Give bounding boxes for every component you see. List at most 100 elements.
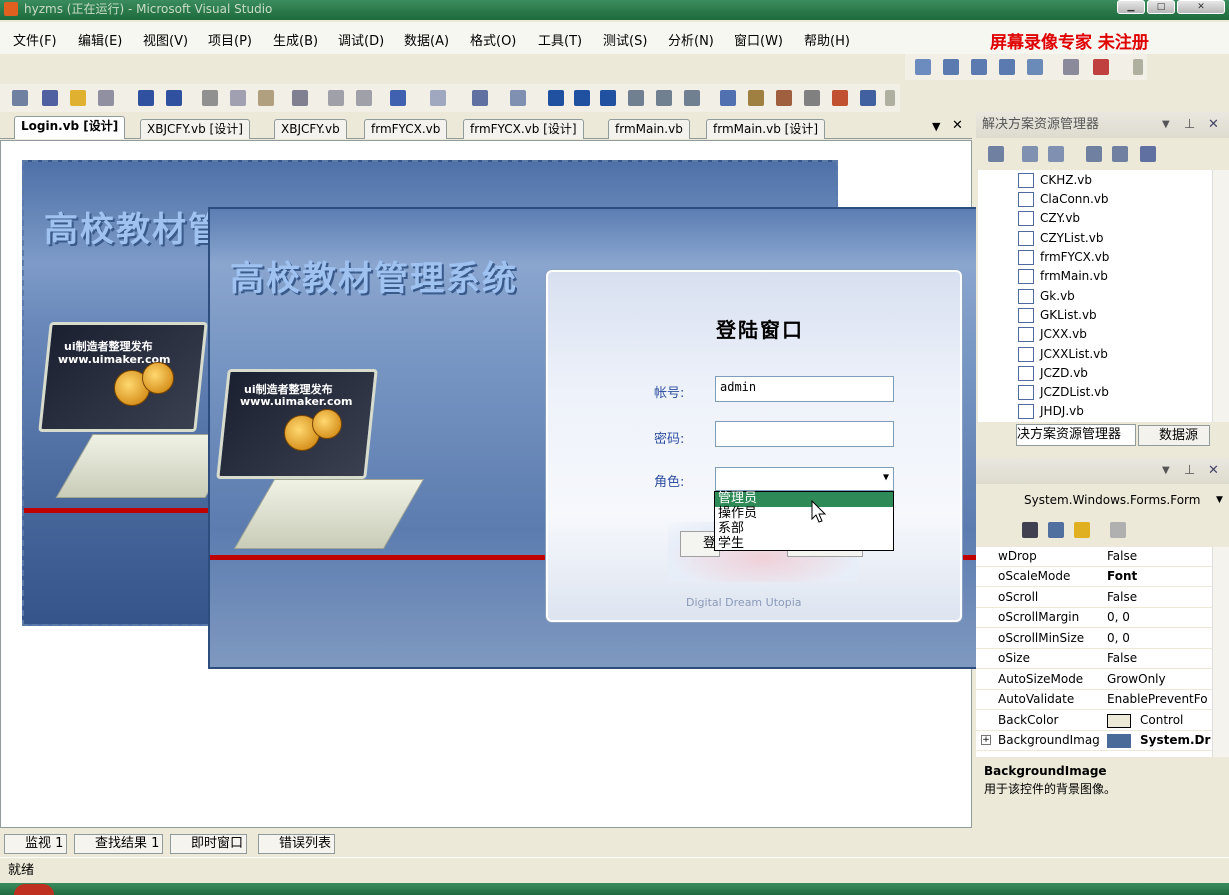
role-option-department[interactable]: 系部 xyxy=(715,522,893,537)
tab-xbjcfy[interactable]: XBJCFY.vb xyxy=(274,119,347,139)
maximize-icon[interactable]: □ xyxy=(1147,0,1175,14)
role-option-admin[interactable]: 管理员 xyxy=(715,492,893,507)
stop-icon[interactable] xyxy=(600,90,616,106)
expand-icon[interactable]: + xyxy=(981,735,991,745)
menu-format[interactable]: 格式(O) xyxy=(470,30,516,49)
dropdown-icon[interactable]: ▼ xyxy=(1162,458,1170,484)
list-icon[interactable] xyxy=(943,59,959,75)
undo-icon[interactable] xyxy=(390,90,406,106)
password-input[interactable] xyxy=(715,421,894,447)
tree-item[interactable]: JHDJ.vb xyxy=(1018,404,1084,419)
tab-watch[interactable]: 监视 1 xyxy=(4,834,68,854)
step-out-icon[interactable] xyxy=(684,90,700,106)
tab-frmfycx-design[interactable]: frmFYCX.vb [设计] xyxy=(463,119,584,139)
tab-error-list[interactable]: 错误列表 xyxy=(258,834,336,854)
tree-item[interactable]: CKHZ.vb xyxy=(1018,173,1092,188)
tree-item[interactable]: frmMain.vb xyxy=(1018,269,1108,284)
property-pages-icon[interactable] xyxy=(1110,522,1126,538)
tree-item[interactable]: JCZDList.vb xyxy=(1018,385,1109,400)
property-row[interactable]: AutoValidate EnablePreventFo xyxy=(976,690,1213,710)
tab-frmmain-design[interactable]: frmMain.vb [设计] xyxy=(706,119,825,139)
new-window-icon[interactable] xyxy=(98,90,114,106)
menu-window[interactable]: 窗口(W) xyxy=(734,30,783,49)
properties-view-icon[interactable] xyxy=(1048,522,1064,538)
toolbar-options-icon[interactable] xyxy=(1133,59,1143,75)
property-row[interactable]: oScrollMinSize 0, 0 xyxy=(976,629,1213,649)
close-icon[interactable]: ✕ xyxy=(1177,0,1225,14)
arrow-right-icon[interactable] xyxy=(915,59,931,75)
close-document-icon[interactable]: ✕ xyxy=(952,118,963,133)
command-window-icon[interactable] xyxy=(860,90,876,106)
menu-project[interactable]: 项目(P) xyxy=(208,30,252,49)
role-option-operator[interactable]: 操作员 xyxy=(715,507,893,522)
menu-analyze[interactable]: 分析(N) xyxy=(668,30,714,49)
dropdown-icon[interactable]: ▼ xyxy=(1162,112,1170,138)
property-row[interactable]: + BackgroundImage System.Dr xyxy=(976,731,1213,751)
refresh-icon[interactable] xyxy=(1048,146,1064,162)
outdent-icon[interactable] xyxy=(356,90,372,106)
add-project-icon[interactable] xyxy=(42,90,58,106)
vertical-scrollbar[interactable] xyxy=(1212,170,1229,422)
tree-item[interactable]: frmFYCX.vb xyxy=(1018,250,1109,265)
view-designer-icon[interactable] xyxy=(1112,146,1128,162)
view-code-icon[interactable] xyxy=(1086,146,1102,162)
menu-build[interactable]: 生成(B) xyxy=(273,30,318,49)
alphabetical-icon[interactable] xyxy=(1022,522,1038,538)
property-row[interactable]: oScaleMode Font xyxy=(976,567,1213,587)
property-row[interactable]: oScrollMargin 0, 0 xyxy=(976,608,1213,628)
vertical-scrollbar[interactable] xyxy=(1212,547,1229,757)
minimize-icon[interactable]: ▁ xyxy=(1117,0,1145,14)
properties-icon[interactable] xyxy=(748,90,764,106)
property-row[interactable]: AutoSizeMode GrowOnly xyxy=(976,670,1213,690)
copy-icon[interactable] xyxy=(230,90,246,106)
pin-icon[interactable]: ⊥ xyxy=(1184,112,1195,138)
role-select[interactable]: ▼ xyxy=(715,467,894,491)
menu-test[interactable]: 测试(S) xyxy=(603,30,647,49)
save-all-icon[interactable] xyxy=(166,90,182,106)
step-into-icon[interactable] xyxy=(628,90,644,106)
chevron-down-icon[interactable]: ▼ xyxy=(883,472,889,483)
object-selector[interactable]: System.Windows.Forms.Form ▼ xyxy=(1016,488,1229,512)
property-row[interactable]: oSize False xyxy=(976,649,1213,669)
menu-tools[interactable]: 工具(T) xyxy=(538,30,582,49)
show-all-files-icon[interactable] xyxy=(1022,146,1038,162)
tree-item[interactable]: JCXXList.vb xyxy=(1018,347,1108,362)
navigate-forward-icon[interactable] xyxy=(510,90,526,106)
navigate-back-icon[interactable] xyxy=(472,90,488,106)
properties-icon[interactable] xyxy=(988,146,1004,162)
property-row[interactable]: oScroll False xyxy=(976,588,1213,608)
tree-item[interactable]: JCZD.vb xyxy=(1018,366,1088,381)
cut-icon[interactable] xyxy=(202,90,218,106)
property-row[interactable]: wDrop False xyxy=(976,547,1213,567)
start-button[interactable] xyxy=(14,884,54,895)
tree-item[interactable]: Gk.vb xyxy=(1018,289,1075,304)
start-debug-icon[interactable] xyxy=(548,90,564,106)
close-icon[interactable]: ✕ xyxy=(1208,458,1219,484)
tab-xbjcfy-design[interactable]: XBJCFY.vb [设计] xyxy=(140,119,250,139)
tree-item[interactable]: ClaConn.vb xyxy=(1018,192,1109,207)
tab-solution-explorer[interactable]: 决方案资源管理器 xyxy=(1016,424,1136,446)
tab-find-results[interactable]: 查找结果 1 xyxy=(74,834,164,854)
step-over-icon[interactable] xyxy=(656,90,672,106)
toolbox-icon[interactable] xyxy=(804,90,820,106)
menu-debug[interactable]: 调试(D) xyxy=(338,30,384,49)
indent-icon[interactable] xyxy=(328,90,344,106)
wrench-icon[interactable] xyxy=(1063,59,1079,75)
toolbar-options-icon[interactable] xyxy=(885,90,895,106)
close-icon[interactable]: ✕ xyxy=(1208,112,1219,138)
tab-login-design[interactable]: Login.vb [设计] xyxy=(14,116,126,139)
find-icon[interactable] xyxy=(292,90,308,106)
window-icon[interactable] xyxy=(1093,59,1109,75)
pin-icon[interactable]: ⊥ xyxy=(1184,458,1195,484)
tree-item[interactable]: CZY.vb xyxy=(1018,211,1080,226)
account-input[interactable]: admin xyxy=(715,376,894,402)
tab-immediate-window[interactable]: 即时窗口 xyxy=(170,834,248,854)
add-item-icon[interactable] xyxy=(12,90,28,106)
paste-icon[interactable] xyxy=(258,90,274,106)
menu-help[interactable]: 帮助(H) xyxy=(804,30,850,49)
tab-frmfycx[interactable]: frmFYCX.vb xyxy=(364,119,448,139)
property-row[interactable]: BackColor Control xyxy=(976,711,1213,731)
tree-item[interactable]: JCXX.vb xyxy=(1018,327,1087,342)
tab-data-sources[interactable]: 数据源 xyxy=(1138,425,1210,446)
link-icon[interactable] xyxy=(1027,59,1043,75)
